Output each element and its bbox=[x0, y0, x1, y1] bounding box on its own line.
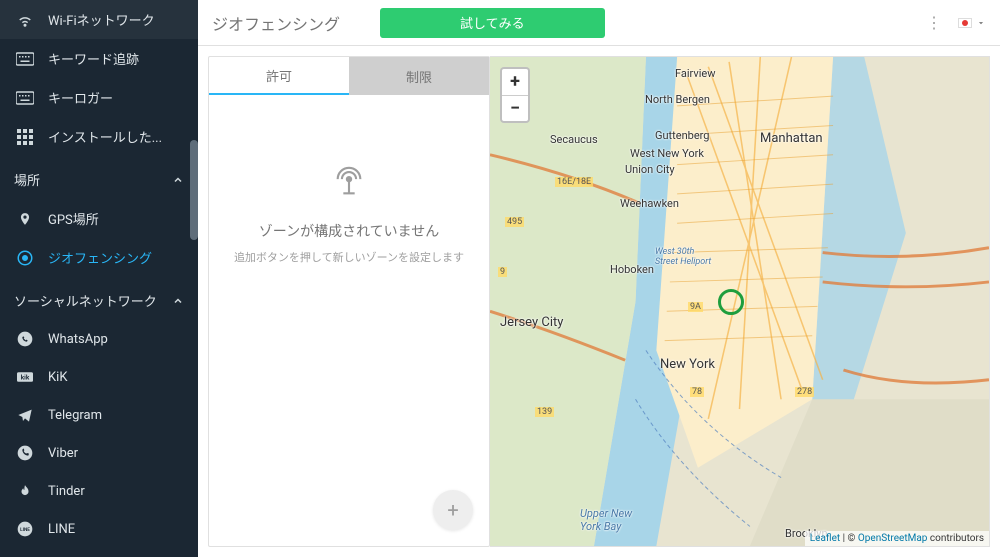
tab-allow[interactable]: 許可 bbox=[209, 57, 349, 95]
empty-title: ゾーンが構成されていません bbox=[259, 221, 439, 241]
section-label: ソーシャルネットワーク bbox=[14, 291, 157, 310]
chevron-up-icon bbox=[172, 295, 184, 307]
language-dropdown[interactable] bbox=[958, 18, 986, 28]
sidebar-item-line[interactable]: LINE LINE bbox=[0, 510, 198, 548]
sidebar-item-kik[interactable]: kik KiK bbox=[0, 358, 198, 396]
keyboard-icon bbox=[14, 50, 36, 68]
sidebar-item-label: Viber bbox=[48, 446, 78, 461]
zoom-controls: + − bbox=[500, 67, 530, 123]
map-place-label: Secaucus bbox=[550, 133, 598, 146]
content-area: 許可 制限 ゾーンが構成されていません 追加ボタンを押して新しいゾーンを設定しま… bbox=[198, 46, 1000, 557]
zone-tabs: 許可 制限 bbox=[209, 57, 489, 95]
sidebar-item-geofencing[interactable]: ジオフェンシング bbox=[0, 238, 198, 277]
sidebar-item-installed[interactable]: インストールした... bbox=[0, 117, 198, 156]
sidebar-item-label: ジオフェンシング bbox=[48, 248, 152, 267]
pin-icon bbox=[14, 210, 36, 228]
sidebar-item-label: Telegram bbox=[48, 408, 102, 423]
empty-state: ゾーンが構成されていません 追加ボタンを押して新しいゾーンを設定します bbox=[209, 95, 489, 546]
sidebar: Wi-Fiネットワーク キーワード追跡 キーロガー インストールした... 場所… bbox=[0, 0, 198, 557]
map-place-label: Union City bbox=[625, 163, 675, 176]
sidebar-item-label: インストールした... bbox=[48, 127, 162, 146]
try-button[interactable]: 試してみる bbox=[380, 8, 605, 38]
tinder-icon bbox=[14, 482, 36, 500]
sidebar-item-label: Wi-Fiネットワーク bbox=[48, 10, 155, 29]
map-route-label: 495 bbox=[505, 217, 524, 227]
sidebar-section-location[interactable]: 場所 bbox=[0, 156, 198, 199]
topbar: ジオフェンシング 試してみる ⋮ bbox=[198, 0, 1000, 46]
sidebar-item-label: WhatsApp bbox=[48, 332, 108, 347]
sidebar-item-label: キーワード追跡 bbox=[48, 49, 139, 68]
sidebar-item-viber[interactable]: Viber bbox=[0, 434, 198, 472]
plus-icon: + bbox=[447, 498, 458, 522]
sidebar-item-whatsapp[interactable]: WhatsApp bbox=[0, 320, 198, 358]
viber-icon bbox=[14, 444, 36, 462]
geofence-marker[interactable] bbox=[718, 289, 744, 315]
caret-down-icon bbox=[976, 18, 986, 28]
main-content: ジオフェンシング 試してみる ⋮ 許可 制限 ゾーンが構成されていません 追加ボ… bbox=[198, 0, 1000, 557]
map-place-label: Weehawken bbox=[620, 197, 679, 210]
empty-subtitle: 追加ボタンを押して新しいゾーンを設定します bbox=[234, 249, 464, 265]
zones-panel: 許可 制限 ゾーンが構成されていません 追加ボタンを押して新しいゾーンを設定しま… bbox=[208, 56, 490, 547]
map-route-label: 139 bbox=[535, 407, 554, 417]
sidebar-item-label: KiK bbox=[48, 370, 67, 385]
wifi-icon bbox=[14, 11, 36, 29]
map-place-label: West New York bbox=[630, 147, 704, 160]
sidebar-item-tinder[interactable]: Tinder bbox=[0, 472, 198, 510]
map-route-label: 9A bbox=[688, 302, 703, 312]
telegram-icon bbox=[14, 406, 36, 424]
map-route-label: 278 bbox=[795, 387, 814, 397]
kik-icon: kik bbox=[14, 368, 36, 386]
sidebar-item-gps[interactable]: GPS場所 bbox=[0, 199, 198, 238]
tab-restrict[interactable]: 制限 bbox=[349, 57, 489, 95]
sidebar-item-wifi[interactable]: Wi-Fiネットワーク bbox=[0, 0, 198, 39]
sidebar-item-telegram[interactable]: Telegram bbox=[0, 396, 198, 434]
map-place-label: Manhattan bbox=[760, 131, 823, 146]
map[interactable]: + − Fairview North Bergen Guttenberg Man… bbox=[490, 56, 990, 547]
zoom-in-button[interactable]: + bbox=[502, 69, 528, 95]
sidebar-item-label: キーロガー bbox=[48, 88, 113, 107]
map-place-label: Upper New York Bay bbox=[580, 507, 632, 533]
scrollbar[interactable] bbox=[190, 140, 198, 240]
map-place-label: North Bergen bbox=[645, 93, 710, 106]
svg-text:LINE: LINE bbox=[20, 527, 30, 533]
map-place-label: West 30th Street Heliport bbox=[655, 247, 711, 267]
osm-link[interactable]: OpenStreetMap bbox=[858, 533, 928, 544]
whatsapp-icon bbox=[14, 330, 36, 348]
sidebar-item-keylogger[interactable]: キーロガー bbox=[0, 78, 198, 117]
apps-icon bbox=[14, 128, 36, 146]
chevron-up-icon bbox=[172, 174, 184, 186]
map-attribution: Leaflet | © OpenStreetMap contributors bbox=[805, 531, 989, 546]
map-place-label: Fairview bbox=[675, 67, 715, 80]
map-route-label: 9 bbox=[498, 267, 507, 277]
antenna-icon bbox=[332, 165, 366, 203]
flag-jp-icon bbox=[958, 18, 972, 28]
leaflet-link[interactable]: Leaflet bbox=[810, 533, 840, 544]
map-place-label: New York bbox=[660, 357, 715, 372]
map-place-label: Jersey City bbox=[500, 315, 563, 330]
map-place-label: Hoboken bbox=[610, 263, 654, 276]
svg-text:kik: kik bbox=[21, 373, 30, 381]
sidebar-item-keyword[interactable]: キーワード追跡 bbox=[0, 39, 198, 78]
keyboard-icon bbox=[14, 89, 36, 107]
zoom-out-button[interactable]: − bbox=[502, 95, 528, 121]
map-route-label: 16E/18E bbox=[555, 177, 593, 187]
target-icon bbox=[14, 249, 36, 267]
sidebar-section-social[interactable]: ソーシャルネットワーク bbox=[0, 277, 198, 320]
page-title: ジオフェンシング bbox=[212, 11, 340, 35]
sidebar-item-label: GPS場所 bbox=[48, 209, 99, 228]
section-label: 場所 bbox=[14, 170, 40, 189]
sidebar-item-label: Tinder bbox=[48, 484, 85, 499]
add-zone-button[interactable]: + bbox=[433, 490, 473, 530]
map-route-label: 78 bbox=[690, 387, 704, 397]
more-menu-icon[interactable]: ⋮ bbox=[922, 9, 946, 36]
map-place-label: Guttenberg bbox=[655, 129, 709, 142]
line-icon: LINE bbox=[14, 520, 36, 538]
sidebar-item-label: LINE bbox=[48, 522, 75, 537]
